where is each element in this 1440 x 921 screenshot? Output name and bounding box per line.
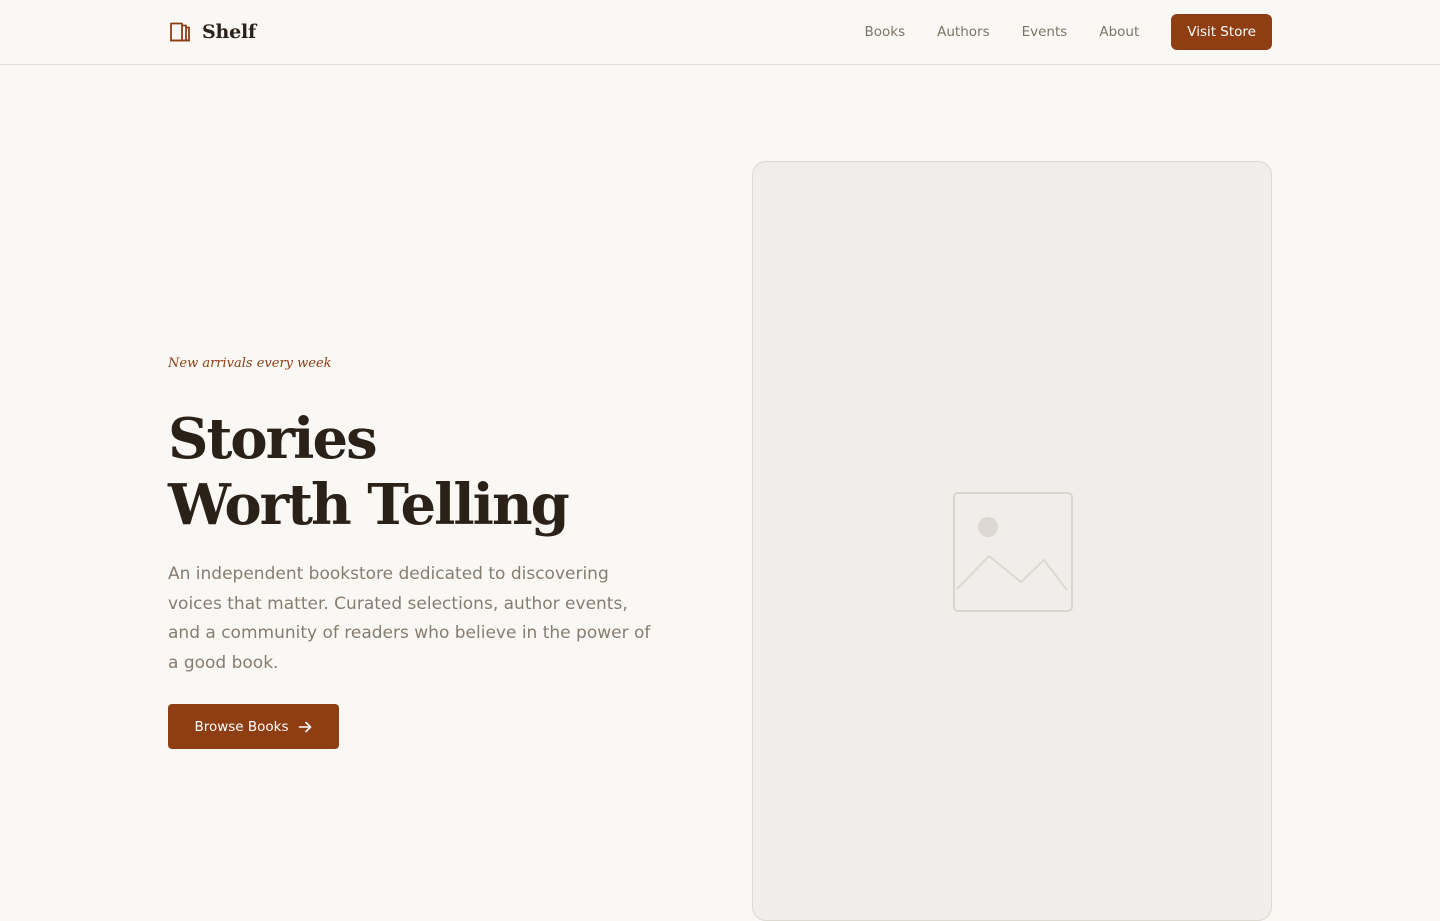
nav-link-books[interactable]: Books xyxy=(864,24,905,40)
site-header: Shelf Books Authors Events About Visit S… xyxy=(0,0,1440,65)
brand-name: Shelf xyxy=(202,21,257,43)
brand-logo[interactable]: Shelf xyxy=(168,20,256,44)
nav-link-authors[interactable]: Authors xyxy=(937,24,989,40)
nav-link-events[interactable]: Events xyxy=(1022,24,1068,40)
hero-image-placeholder xyxy=(752,161,1272,921)
browse-books-label: Browse Books xyxy=(194,718,289,735)
arrow-right-icon xyxy=(298,721,311,732)
visit-store-button[interactable]: Visit Store xyxy=(1171,14,1272,50)
hero-text: New arrivals every week Stories Worth Te… xyxy=(168,354,668,678)
hero-headline: Stories Worth Telling xyxy=(168,406,668,538)
browse-books-button[interactable]: Browse Books xyxy=(168,704,339,749)
main-nav: Books Authors Events About Visit Store xyxy=(864,14,1272,50)
headline-line-1: Stories xyxy=(168,406,378,472)
image-placeholder-icon xyxy=(953,492,1073,612)
headline-line-2: Worth Telling xyxy=(168,472,570,538)
hero-description: An independent bookstore dedicated to di… xyxy=(168,564,651,673)
hero-eyebrow: New arrivals every week xyxy=(168,356,332,371)
nav-link-about[interactable]: About xyxy=(1099,24,1139,40)
book-icon xyxy=(170,22,190,42)
